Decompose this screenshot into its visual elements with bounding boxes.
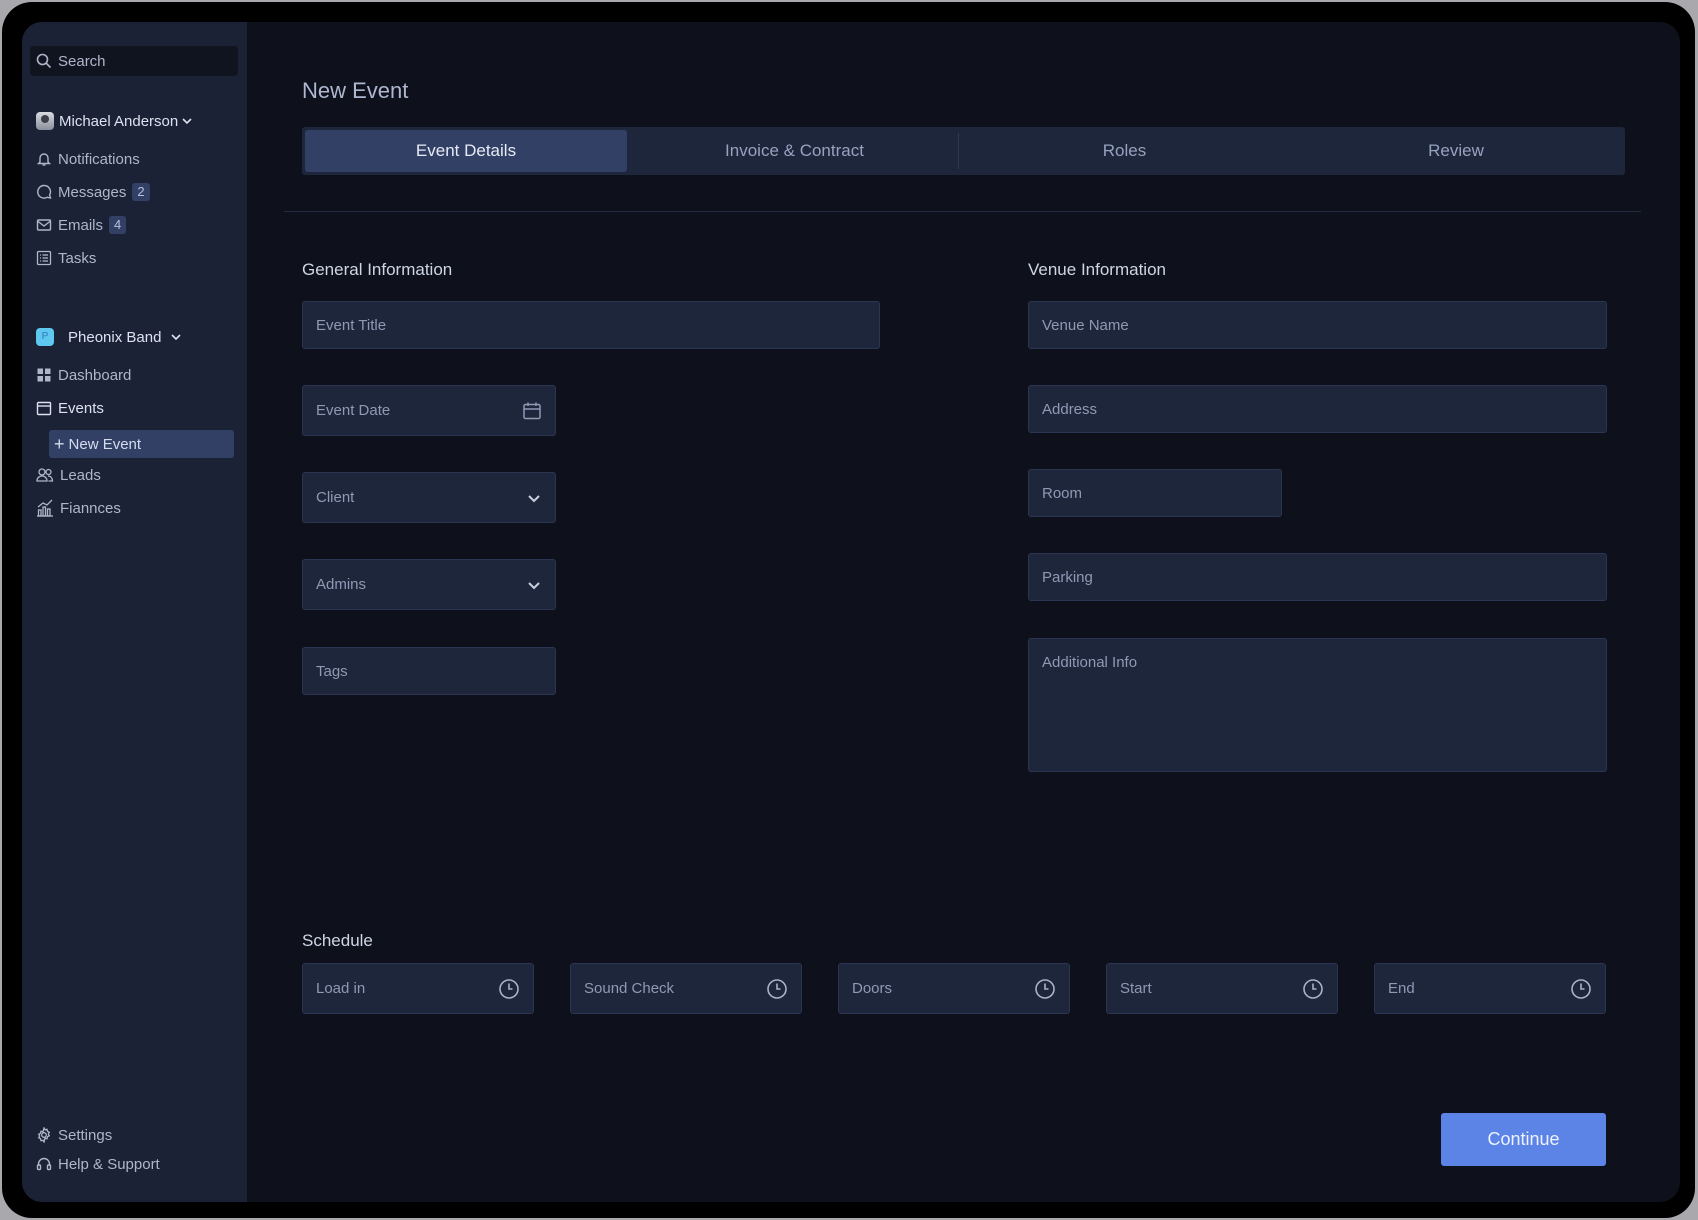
sidebar-item-label: Messages bbox=[58, 183, 127, 201]
plus-icon: + bbox=[54, 434, 65, 454]
sound-check-placeholder: Sound Check bbox=[584, 980, 675, 997]
gear-icon bbox=[37, 1127, 51, 1143]
schedule-heading: Schedule bbox=[302, 931, 373, 950]
doors-time-field[interactable]: Doors bbox=[838, 963, 1070, 1014]
sidebar-item-label: Leads bbox=[60, 466, 101, 484]
start-time-field[interactable]: Start bbox=[1106, 963, 1338, 1014]
venue-information-heading: Venue Information bbox=[1028, 260, 1166, 279]
clock-icon[interactable] bbox=[1302, 978, 1324, 1000]
load-in-placeholder: Load in bbox=[316, 980, 366, 997]
sidebar-item-label: Emails bbox=[58, 216, 104, 234]
venue-name-placeholder: Venue Name bbox=[1042, 316, 1129, 334]
parking-field[interactable]: Parking bbox=[1028, 553, 1607, 601]
tab-invoice-contract[interactable]: Invoice & Contract bbox=[632, 130, 957, 172]
general-information-heading: General Information bbox=[302, 260, 453, 279]
clock-icon[interactable] bbox=[766, 978, 788, 1000]
sidebar-item-label: Tasks bbox=[58, 249, 97, 267]
search-placeholder: Search bbox=[58, 52, 106, 70]
chat-icon bbox=[37, 184, 52, 199]
sidebar-item-messages[interactable]: Messages 2 bbox=[36, 179, 150, 205]
page-title: New Event bbox=[302, 78, 409, 103]
mail-icon bbox=[36, 219, 52, 231]
tab-review[interactable]: Review bbox=[1292, 130, 1620, 172]
grid-icon bbox=[37, 368, 51, 382]
address-placeholder: Address bbox=[1042, 400, 1098, 418]
emails-count-badge: 4 bbox=[109, 216, 127, 234]
chevron-down-icon bbox=[526, 490, 542, 506]
clock-icon[interactable] bbox=[1570, 978, 1592, 1000]
tab-event-details[interactable]: Event Details bbox=[305, 130, 627, 172]
sidebar-item-emails[interactable]: Emails 4 bbox=[36, 212, 127, 238]
tab-bar: Event Details Invoice & Contract Roles R… bbox=[302, 127, 1625, 175]
device-frame: Search Michael Anderson Notifications Me… bbox=[2, 2, 1695, 1218]
app-window: Search Michael Anderson Notifications Me… bbox=[22, 22, 1680, 1202]
end-placeholder: End bbox=[1388, 980, 1415, 997]
tasks-icon bbox=[36, 250, 52, 266]
clock-icon[interactable] bbox=[498, 978, 520, 1000]
avatar bbox=[36, 112, 54, 130]
admins-placeholder: Admins bbox=[316, 576, 367, 593]
sidebar-item-events[interactable]: Events bbox=[36, 395, 104, 421]
doors-placeholder: Doors bbox=[852, 980, 893, 997]
continue-button[interactable]: Continue bbox=[1441, 1113, 1606, 1166]
sidebar-item-notifications[interactable]: Notifications bbox=[36, 146, 140, 172]
address-field[interactable]: Address bbox=[1028, 385, 1607, 433]
tags-placeholder: Tags bbox=[316, 662, 348, 680]
sidebar-item-label: Notifications bbox=[58, 150, 140, 168]
client-placeholder: Client bbox=[316, 489, 355, 506]
chevron-down-icon bbox=[182, 118, 192, 125]
sidebar-item-settings[interactable]: Settings bbox=[36, 1122, 112, 1148]
sidebar-item-label: Dashboard bbox=[58, 366, 132, 384]
sidebar-item-finances[interactable]: Fiannces bbox=[36, 495, 121, 521]
event-date-placeholder: Event Date bbox=[316, 402, 391, 419]
sidebar-item-help[interactable]: Help & Support bbox=[36, 1151, 160, 1177]
messages-count-badge: 2 bbox=[132, 183, 150, 201]
additional-info-textarea[interactable]: Additional Info bbox=[1028, 638, 1607, 772]
bell-icon bbox=[36, 153, 52, 166]
user-name: Michael Anderson bbox=[59, 112, 179, 130]
load-in-time-field[interactable]: Load in bbox=[302, 963, 534, 1014]
divider bbox=[284, 211, 1641, 212]
band-logo: P bbox=[36, 328, 54, 346]
sidebar-item-label: Help & Support bbox=[58, 1155, 160, 1173]
tab-roles[interactable]: Roles bbox=[962, 130, 1287, 172]
event-date-field[interactable]: Event Date bbox=[302, 385, 556, 436]
chevron-down-icon bbox=[171, 334, 181, 341]
calendar-icon bbox=[36, 401, 52, 416]
clock-icon[interactable] bbox=[1034, 978, 1056, 1000]
sidebar-item-leads[interactable]: Leads bbox=[36, 462, 101, 488]
band-name: Pheonix Band bbox=[68, 328, 162, 346]
sidebar-item-label: Events bbox=[58, 399, 104, 417]
start-placeholder: Start bbox=[1120, 980, 1152, 997]
chart-icon bbox=[37, 499, 53, 517]
room-placeholder: Room bbox=[1042, 484, 1083, 502]
sidebar-item-new-event[interactable]: + New Event bbox=[49, 430, 234, 458]
search-input[interactable]: Search bbox=[30, 46, 238, 76]
chevron-down-icon bbox=[526, 577, 542, 593]
venue-name-field[interactable]: Venue Name bbox=[1028, 301, 1607, 349]
client-select[interactable]: Client bbox=[302, 472, 556, 523]
sidebar-item-dashboard[interactable]: Dashboard bbox=[36, 362, 131, 388]
event-title-field[interactable]: Event Title bbox=[302, 301, 880, 349]
sidebar-item-tasks[interactable]: Tasks bbox=[36, 245, 96, 271]
end-time-field[interactable]: End bbox=[1374, 963, 1606, 1014]
search-icon bbox=[36, 53, 52, 69]
event-title-placeholder: Event Title bbox=[316, 316, 387, 334]
room-field[interactable]: Room bbox=[1028, 469, 1282, 517]
sidebar-item-label: Settings bbox=[58, 1126, 113, 1144]
sidebar: Search Michael Anderson Notifications Me… bbox=[22, 22, 247, 1202]
sound-check-time-field[interactable]: Sound Check bbox=[570, 963, 802, 1014]
additional-info-placeholder: Additional Info bbox=[1042, 654, 1138, 671]
admins-select[interactable]: Admins bbox=[302, 559, 556, 610]
headset-icon bbox=[36, 1157, 52, 1171]
users-icon bbox=[36, 468, 54, 482]
tab-divider bbox=[958, 133, 959, 169]
calendar-icon[interactable] bbox=[522, 401, 542, 421]
user-menu[interactable]: Michael Anderson bbox=[36, 108, 200, 134]
tags-field[interactable]: Tags bbox=[302, 647, 556, 695]
sidebar-item-label: New Event bbox=[68, 435, 142, 453]
band-switcher[interactable]: P Pheonix Band bbox=[36, 324, 189, 350]
parking-placeholder: Parking bbox=[1042, 568, 1093, 586]
sidebar-item-label: Fiannces bbox=[60, 499, 121, 517]
